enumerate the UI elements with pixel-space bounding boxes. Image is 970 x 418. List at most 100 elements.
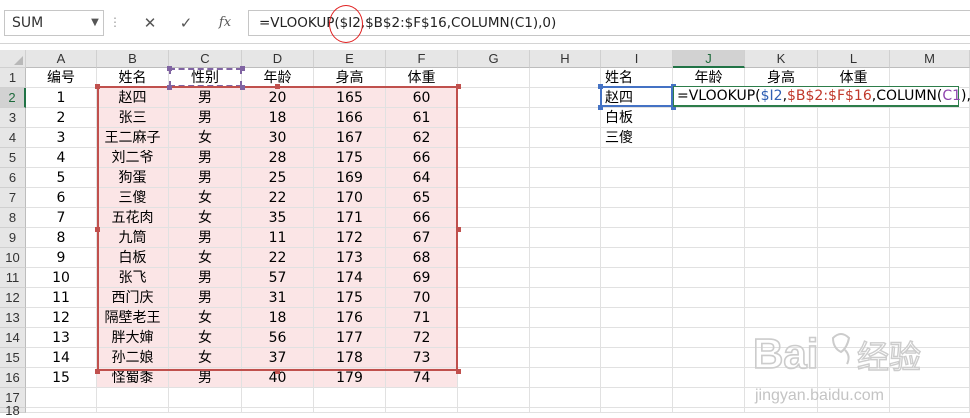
cell-m5[interactable] (890, 148, 970, 168)
cell-m7[interactable] (890, 188, 970, 208)
cell-i11[interactable] (601, 268, 673, 288)
cell-l1[interactable]: 体重 (818, 68, 890, 88)
cell-l8[interactable] (818, 208, 890, 228)
row-header-11[interactable]: 11 (0, 268, 26, 288)
cell-a6[interactable]: 5 (26, 168, 97, 188)
cell-g16[interactable] (458, 368, 530, 388)
cell-j12[interactable] (673, 288, 745, 308)
column-ref-handle[interactable] (167, 66, 172, 71)
column-header-a[interactable]: A (26, 50, 97, 68)
cell-h14[interactable] (530, 328, 601, 348)
cell-l4[interactable] (818, 128, 890, 148)
column-header-e[interactable]: E (314, 50, 386, 68)
cell-g13[interactable] (458, 308, 530, 328)
cell-g12[interactable] (458, 288, 530, 308)
cell-j4[interactable] (673, 128, 745, 148)
cell-i8[interactable] (601, 208, 673, 228)
row-header-15[interactable]: 15 (0, 348, 26, 368)
cell-j13[interactable] (673, 308, 745, 328)
cell-i14[interactable] (601, 328, 673, 348)
cell-i7[interactable] (601, 188, 673, 208)
row-header-14[interactable]: 14 (0, 328, 26, 348)
cell-k6[interactable] (745, 168, 818, 188)
cell-a8[interactable]: 7 (26, 208, 97, 228)
cell-g8[interactable] (458, 208, 530, 228)
cell-i9[interactable] (601, 228, 673, 248)
cell-j11[interactable] (673, 268, 745, 288)
row-header-2[interactable]: 2 (0, 88, 26, 108)
row-header-4[interactable]: 4 (0, 128, 26, 148)
range-resize-handle[interactable] (456, 369, 461, 374)
cell-m11[interactable] (890, 268, 970, 288)
cell-g18[interactable] (458, 408, 530, 413)
cell-h6[interactable] (530, 168, 601, 188)
column-ref-handle[interactable] (240, 85, 245, 90)
cell-j14[interactable] (673, 328, 745, 348)
cell-a5[interactable]: 4 (26, 148, 97, 168)
cell-f18[interactable] (386, 408, 458, 413)
cell-j9[interactable] (673, 228, 745, 248)
cell-a12[interactable]: 11 (26, 288, 97, 308)
cell-m12[interactable] (890, 288, 970, 308)
row-header-12[interactable]: 12 (0, 288, 26, 308)
cell-h5[interactable] (530, 148, 601, 168)
cell-b18[interactable] (97, 408, 169, 413)
cell-k10[interactable] (745, 248, 818, 268)
column-header-g[interactable]: G (458, 50, 530, 68)
cell-j18[interactable] (673, 408, 745, 413)
column-ref-handle[interactable] (167, 85, 172, 90)
cell-k8[interactable] (745, 208, 818, 228)
cell-h7[interactable] (530, 188, 601, 208)
column-header-m[interactable]: M (890, 50, 970, 68)
cell-j3[interactable] (673, 108, 745, 128)
cell-a11[interactable]: 10 (26, 268, 97, 288)
cell-m4[interactable] (890, 128, 970, 148)
cell-c17[interactable] (169, 388, 242, 408)
row-header-13[interactable]: 13 (0, 308, 26, 328)
cell-f16[interactable]: 74 (386, 368, 458, 388)
cell-j5[interactable] (673, 148, 745, 168)
column-header-d[interactable]: D (242, 50, 314, 68)
cell-h15[interactable] (530, 348, 601, 368)
cell-a7[interactable]: 6 (26, 188, 97, 208)
cell-h3[interactable] (530, 108, 601, 128)
cell-l9[interactable] (818, 228, 890, 248)
range-resize-handle[interactable] (275, 369, 280, 374)
lookup-value-handle[interactable] (598, 105, 603, 110)
cell-b17[interactable] (97, 388, 169, 408)
cell-l3[interactable] (818, 108, 890, 128)
cell-h9[interactable] (530, 228, 601, 248)
cell-a16[interactable]: 15 (26, 368, 97, 388)
cell-d18[interactable] (242, 408, 314, 413)
cell-i13[interactable] (601, 308, 673, 328)
cell-l7[interactable] (818, 188, 890, 208)
row-header-6[interactable]: 6 (0, 168, 26, 188)
range-resize-handle[interactable] (456, 227, 461, 232)
row-header-18[interactable]: 18 (0, 404, 26, 417)
chevron-down-icon[interactable]: ▼ (86, 10, 104, 36)
row-header-10[interactable]: 10 (0, 248, 26, 268)
cell-f17[interactable] (386, 388, 458, 408)
cell-c16[interactable]: 男 (169, 368, 242, 388)
cell-j7[interactable] (673, 188, 745, 208)
cell-h16[interactable] (530, 368, 601, 388)
row-header-16[interactable]: 16 (0, 368, 26, 388)
cell-l10[interactable] (818, 248, 890, 268)
cell-i16[interactable] (601, 368, 673, 388)
cell-c18[interactable] (169, 408, 242, 413)
cell-j1[interactable]: 年龄 (673, 68, 745, 88)
cancel-formula-button[interactable]: ✕ (133, 10, 167, 36)
row-header-8[interactable]: 8 (0, 208, 26, 228)
cell-i4[interactable]: 三傻 (601, 128, 673, 148)
cell-k3[interactable] (745, 108, 818, 128)
cell-k1[interactable]: 身高 (745, 68, 818, 88)
cell-a18[interactable] (26, 408, 97, 413)
cell-m6[interactable] (890, 168, 970, 188)
range-resize-handle[interactable] (95, 369, 100, 374)
cell-b1[interactable]: 姓名 (97, 68, 169, 88)
column-header-b[interactable]: B (97, 50, 169, 68)
cell-i1[interactable]: 姓名 (601, 68, 673, 88)
active-cell-editor[interactable]: =VLOOKUP($I2,$B$2:$F$16,COLUMN(C1),0) (673, 86, 970, 107)
row-header-5[interactable]: 5 (0, 148, 26, 168)
cell-j8[interactable] (673, 208, 745, 228)
